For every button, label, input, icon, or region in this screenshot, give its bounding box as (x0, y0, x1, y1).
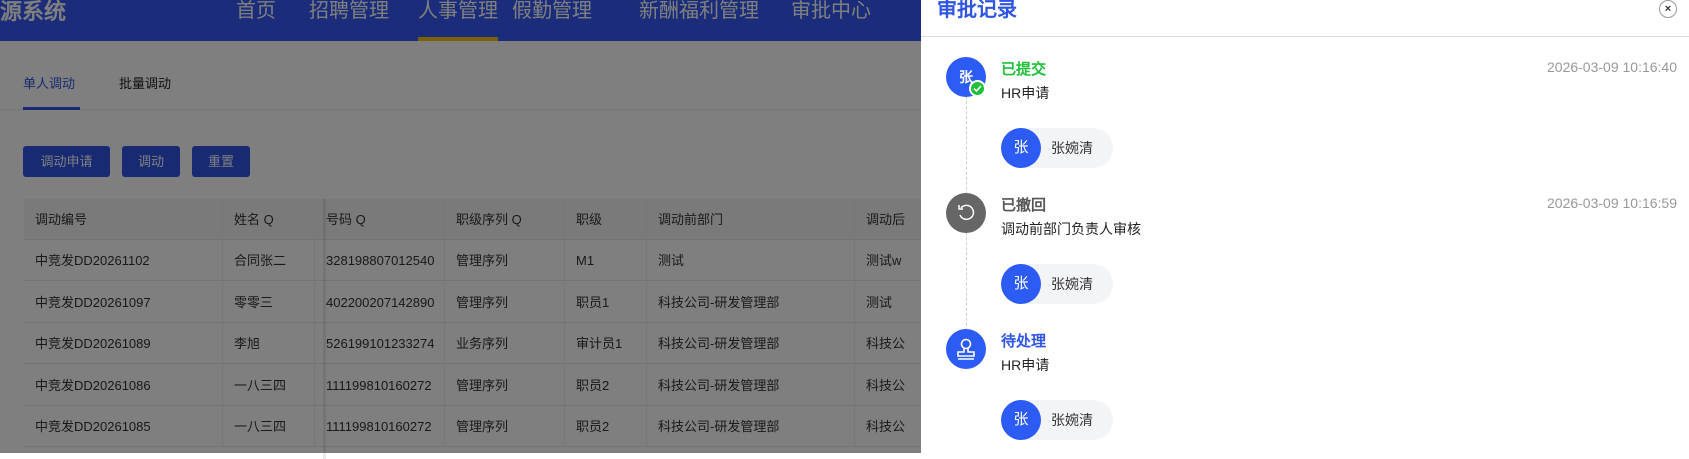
divider (921, 36, 1689, 37)
person-avatar: 张 (1001, 264, 1041, 304)
check-icon (969, 80, 986, 97)
person-avatar: 张 (1001, 128, 1041, 168)
person-avatar: 张 (1001, 400, 1041, 440)
record-time: 2026-03-09 10:16:40 (1547, 59, 1677, 75)
record-status: 待处理 (1001, 333, 1047, 350)
record-step: HR申请 (1001, 85, 1050, 101)
stamp-icon (946, 329, 986, 369)
person-chip: 张张婉清 (1001, 400, 1113, 440)
person-name: 张婉清 (1051, 140, 1093, 156)
revoke-icon (946, 193, 986, 233)
record-status: 已撤回 (1001, 197, 1047, 214)
drawer-title: 审批记录 (937, 0, 1017, 21)
person-name: 张婉清 (1051, 276, 1093, 292)
record-step: 调动前部门负责人审核 (1001, 221, 1141, 237)
person-name: 张婉清 (1051, 412, 1093, 428)
record-time: 2026-03-09 10:16:59 (1547, 195, 1677, 211)
approval-record-drawer: 审批记录 × 张 已提交 HR申请 2026-03-09 10:16:40 张张… (921, 0, 1689, 453)
submitter-avatar: 张 (946, 57, 986, 97)
record-step: HR申请 (1001, 357, 1050, 373)
modal-overlay[interactable] (0, 0, 921, 453)
person-chip: 张张婉清 (1001, 128, 1113, 168)
close-icon[interactable]: × (1659, 0, 1677, 18)
person-chip: 张张婉清 (1001, 264, 1113, 304)
record-status: 已提交 (1001, 61, 1047, 78)
